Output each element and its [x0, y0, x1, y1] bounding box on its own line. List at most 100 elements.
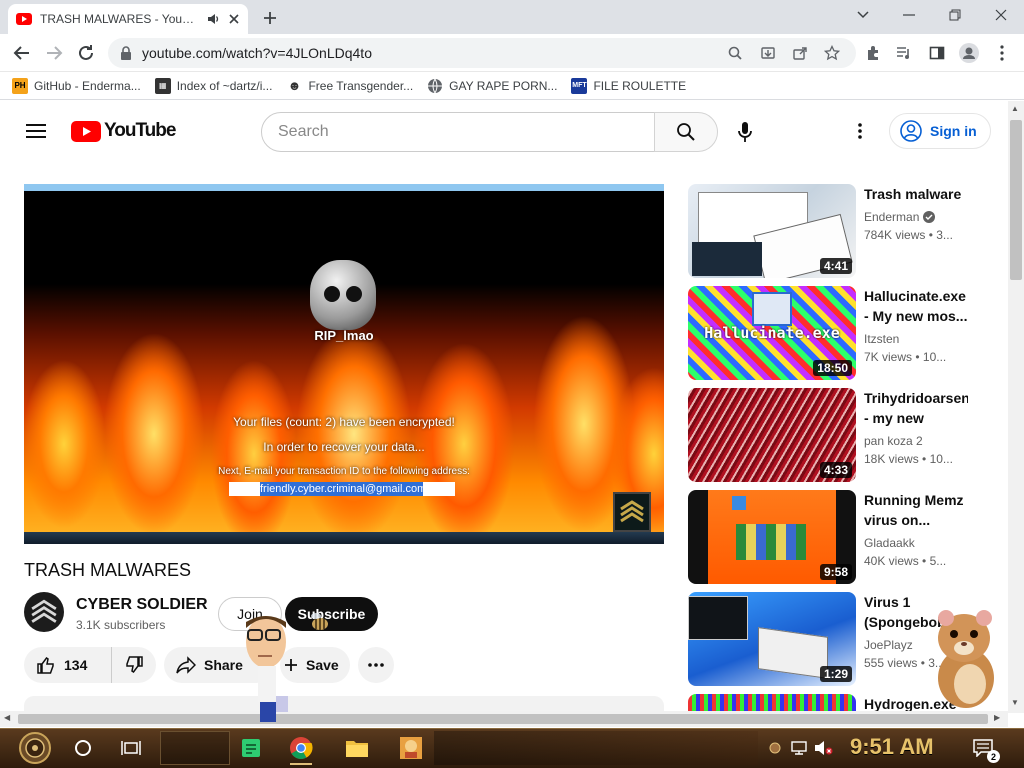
recommended-video[interactable]: 4:41 Trash malware Enderman 784K views •…	[688, 184, 1008, 278]
recommended-title[interactable]: Hallucinate.exe - My new mos...	[864, 286, 968, 326]
profile-avatar-icon	[959, 43, 979, 63]
back-button[interactable]	[11, 42, 33, 64]
channel-name[interactable]: CYBER SOLDIER	[76, 596, 208, 614]
bookmark-star-icon[interactable]	[824, 45, 840, 61]
like-button[interactable]: 134	[24, 647, 112, 683]
minimize-button[interactable]	[886, 0, 932, 30]
recommended-video[interactable]: Hallucinate.exe 18:50 Hallucinate.exe - …	[688, 286, 1008, 380]
restore-button[interactable]	[932, 0, 978, 30]
new-tab-button[interactable]	[258, 6, 282, 30]
minimize-icon	[903, 14, 915, 16]
globe-icon	[427, 78, 443, 94]
youtube-logo[interactable]: YouTube	[71, 120, 176, 142]
chrome-taskbar-button[interactable]	[286, 733, 316, 765]
scroll-left-icon[interactable]: ◀	[4, 713, 10, 722]
horizontal-scroll-thumb[interactable]	[18, 714, 988, 724]
search-input[interactable]: Search	[261, 112, 655, 152]
description-box[interactable]	[24, 696, 664, 712]
sign-in-button[interactable]: Sign in	[889, 113, 991, 149]
volume-button[interactable]	[808, 733, 838, 763]
zoom-search-icon[interactable]	[728, 46, 742, 60]
media-control-button[interactable]	[893, 42, 915, 64]
recommended-channel[interactable]: Itzsten	[864, 332, 899, 346]
scroll-down-icon[interactable]: ▼	[1011, 698, 1019, 707]
reload-icon	[79, 45, 93, 60]
video-thumbnail[interactable]: 1:29	[688, 592, 856, 686]
settings-menu-button[interactable]	[858, 123, 862, 139]
lock-icon[interactable]	[120, 46, 132, 60]
skull-image	[310, 260, 376, 330]
video-thumbnail[interactable]: 9:58	[688, 490, 856, 584]
taskbar-empty-area	[434, 731, 758, 765]
side-panel-button[interactable]	[926, 42, 948, 64]
thumbs-up-icon	[37, 656, 54, 674]
share-arrow-icon	[176, 656, 196, 674]
taskbar-clock[interactable]: 9:51 AM	[850, 734, 934, 760]
dislike-button[interactable]	[112, 647, 156, 683]
recommended-title[interactable]: Trihydridoarsenic - my new mos...	[864, 388, 968, 428]
chrome-menu-button[interactable]	[991, 42, 1013, 64]
bookmark-item[interactable]: ▦ Index of ~dartz/i...	[154, 77, 272, 94]
recommended-channel[interactable]: JoePlayz	[864, 638, 913, 652]
search-taskbar-button[interactable]	[68, 733, 98, 763]
bookmark-item[interactable]: MFT FILE ROULETTE	[571, 77, 686, 94]
mask-icon: ☻	[286, 77, 303, 94]
search-button[interactable]	[654, 112, 718, 152]
install-icon[interactable]	[760, 45, 776, 61]
hamburger-menu-icon[interactable]	[26, 124, 46, 138]
bookmark-label: Free Transgender...	[308, 78, 414, 93]
cartoon-man-desktop-pet[interactable]	[238, 608, 298, 728]
recommended-title[interactable]: Trash malware	[864, 184, 968, 204]
arrow-right-icon	[47, 46, 63, 60]
address-bar[interactable]: youtube.com/watch?v=4JLOnLDq4to	[108, 38, 856, 68]
bee-desktop-pet[interactable]	[308, 612, 332, 632]
scroll-right-icon[interactable]: ▶	[994, 713, 1000, 722]
bookmark-item[interactable]: ☻ Free Transgender...	[286, 77, 414, 94]
youtube-favicon-icon	[16, 13, 32, 25]
recommended-channel[interactable]: Gladaakk	[864, 536, 915, 550]
recommended-meta: 40K views • 5...	[864, 554, 947, 568]
recommended-video[interactable]: 9:58 Running Memz virus on... Gladaakk 4…	[688, 490, 1008, 584]
voice-search-button[interactable]	[737, 121, 753, 143]
video-duration: 1:29	[819, 666, 852, 682]
scroll-up-icon[interactable]: ▲	[1011, 104, 1019, 113]
start-button[interactable]	[16, 729, 54, 767]
close-tab-icon[interactable]	[228, 13, 240, 25]
vertical-scroll-thumb[interactable]	[1010, 120, 1022, 280]
task-view-button[interactable]	[116, 733, 146, 763]
browser-tab[interactable]: TRASH MALWARES - YouTube	[8, 4, 248, 34]
reload-button[interactable]	[75, 42, 97, 64]
extensions-button[interactable]	[862, 42, 884, 64]
speaker-icon[interactable]	[206, 12, 220, 26]
hamster-desktop-pet[interactable]	[924, 604, 1006, 710]
close-window-button[interactable]	[978, 0, 1024, 30]
video-thumbnail[interactable]: Hallucinate.exe 18:50	[688, 286, 856, 380]
bookmark-item[interactable]: PH GitHub - Enderma...	[12, 77, 141, 94]
bookmark-item[interactable]: GAY RAPE PORN...	[427, 78, 557, 94]
qr-icon: ▦	[154, 77, 171, 94]
youtube-header: YouTube Search Sign in	[0, 101, 1008, 161]
recommended-video[interactable]: 4:33 Trihydridoarsenic - my new mos... p…	[688, 388, 1008, 482]
video-thumbnail[interactable]: 4:41	[688, 184, 856, 278]
account-circle-icon	[900, 120, 922, 142]
recommended-title[interactable]: Running Memz virus on...	[864, 490, 968, 530]
recover-message: In order to recover your data...	[263, 440, 425, 454]
notifications-button[interactable]: 2	[968, 733, 1000, 763]
channel-watermark-icon[interactable]	[613, 492, 651, 532]
tab-search-button[interactable]	[840, 0, 886, 30]
recommended-meta: 784K views • 3...	[864, 228, 953, 242]
channel-avatar[interactable]	[24, 592, 64, 632]
video-thumbnail[interactable]: 4:33	[688, 388, 856, 482]
folder-icon	[346, 741, 368, 757]
video-player[interactable]: RIP_lmao Your files (count: 2) have been…	[24, 184, 664, 544]
share-page-icon[interactable]	[792, 45, 808, 61]
profile-button[interactable]	[958, 42, 980, 64]
forward-button[interactable]	[43, 42, 65, 64]
recommended-channel[interactable]: Enderman	[864, 210, 936, 224]
media-app-button[interactable]	[396, 733, 426, 763]
notes-app-button[interactable]	[236, 733, 266, 763]
more-actions-button[interactable]	[358, 647, 394, 683]
recommended-channel[interactable]: pan koza 2	[864, 434, 923, 448]
video-thumbnail[interactable]	[688, 694, 856, 711]
file-explorer-button[interactable]	[342, 733, 372, 763]
